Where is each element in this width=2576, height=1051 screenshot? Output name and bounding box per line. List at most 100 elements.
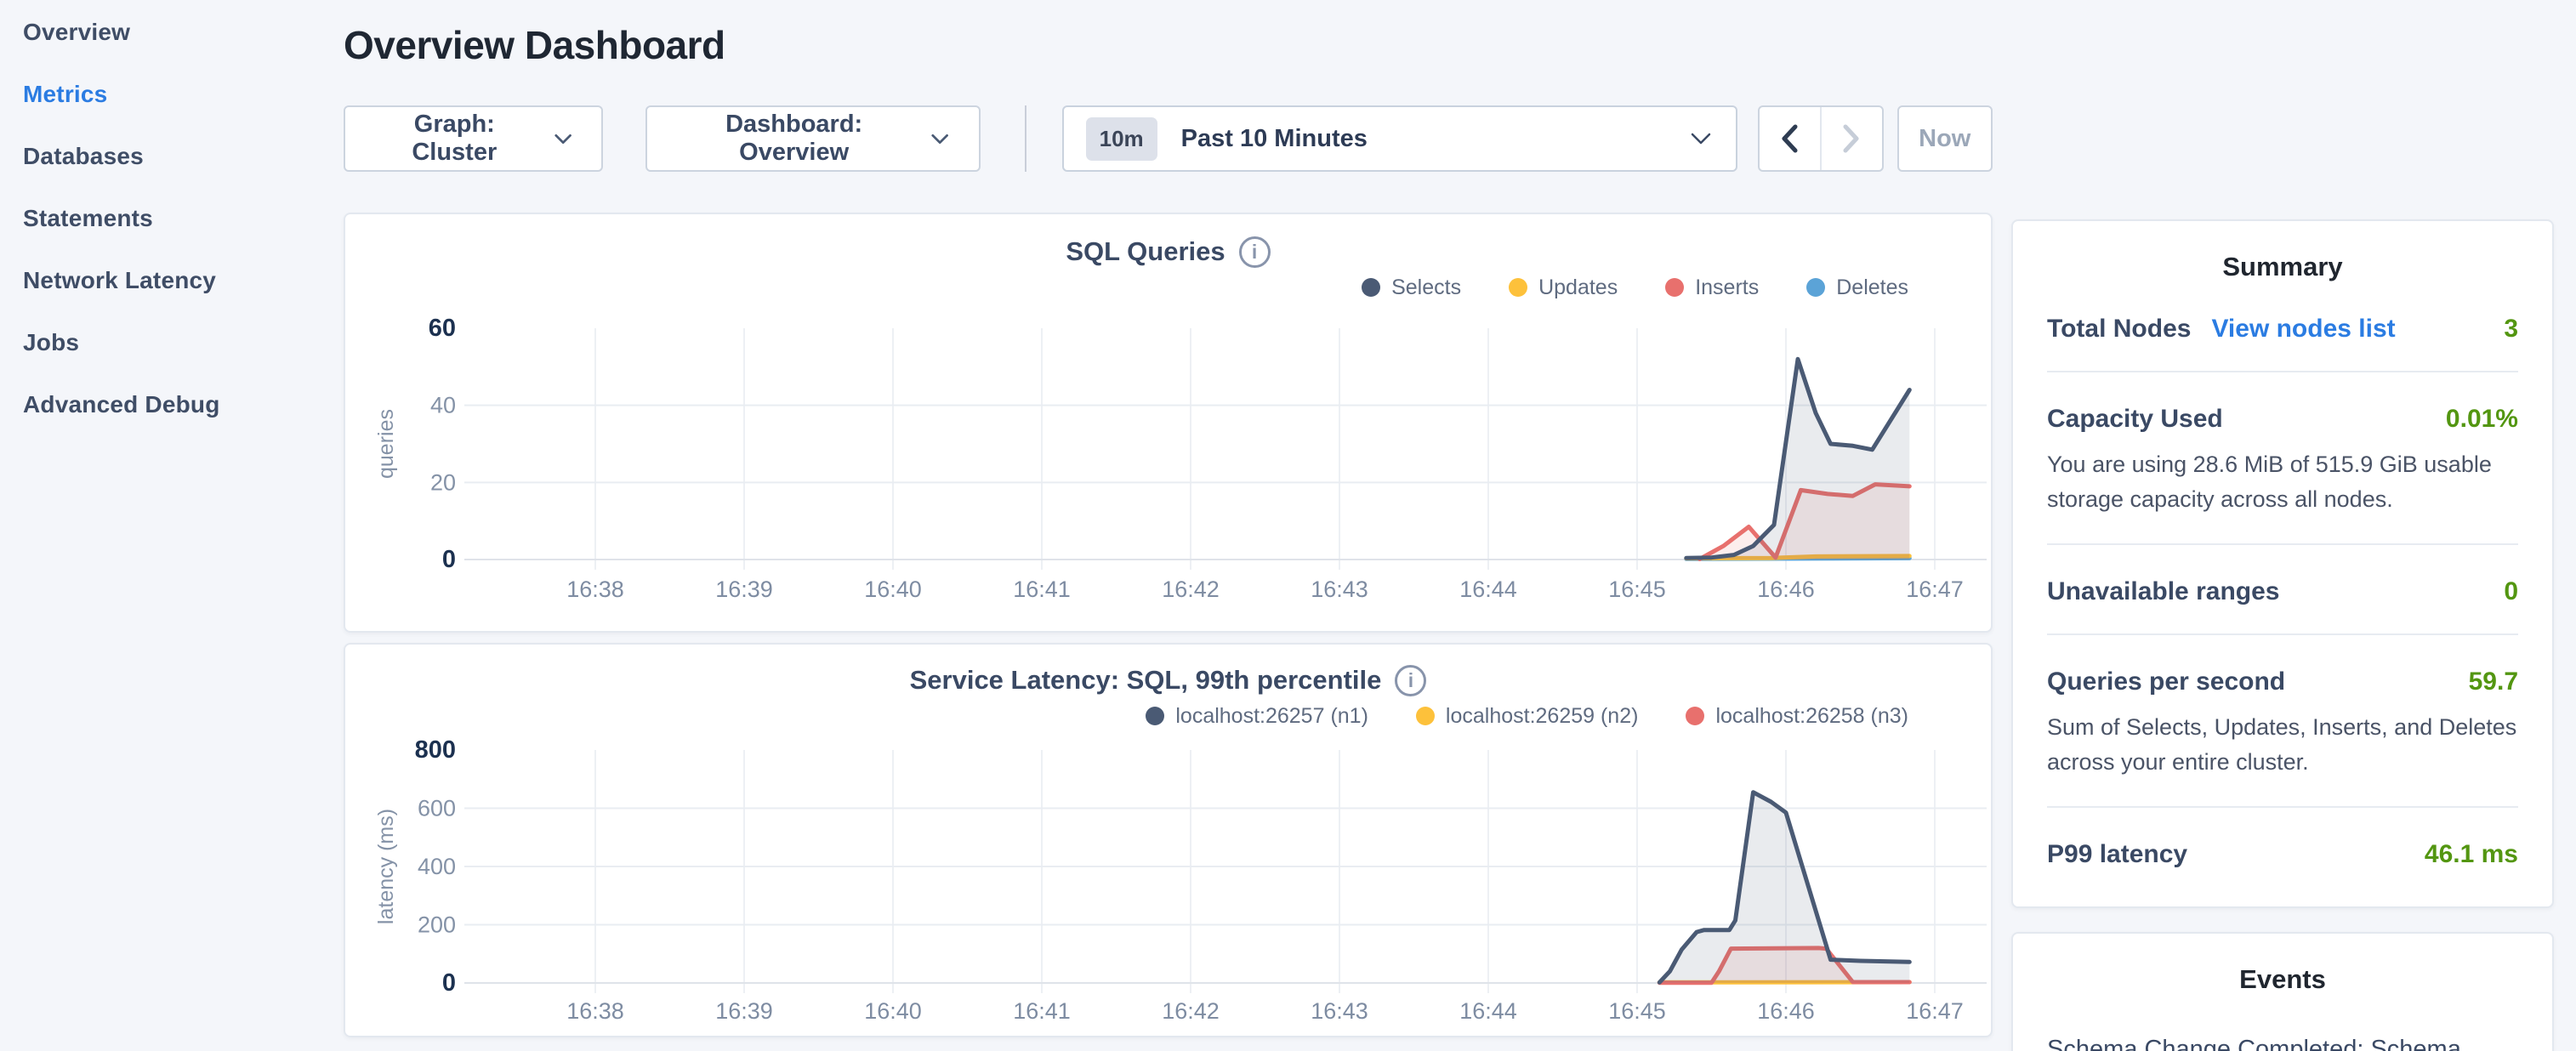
- time-forward-button[interactable]: [1820, 107, 1881, 170]
- svg-text:16:40: 16:40: [864, 577, 922, 602]
- total-nodes-value: 3: [2504, 315, 2518, 344]
- svg-text:16:43: 16:43: [1311, 998, 1368, 1024]
- p99-latency-value: 46.1 ms: [2425, 840, 2518, 869]
- sidebar-item-metrics[interactable]: Metrics: [23, 81, 329, 108]
- info-icon[interactable]: i: [1239, 236, 1271, 268]
- chevron-down-icon: [1688, 131, 1714, 146]
- capacity-used-value: 0.01%: [2446, 405, 2518, 434]
- svg-text:600: 600: [418, 796, 456, 821]
- summary-row-p99-latency: P99 latency 46.1 ms: [2047, 840, 2518, 869]
- time-range-badge: 10m: [1086, 117, 1157, 161]
- chart-title: Service Latency: SQL, 99th percentile: [910, 665, 1382, 696]
- legend-item-inserts[interactable]: Inserts: [1665, 276, 1759, 300]
- svg-text:16:42: 16:42: [1162, 998, 1220, 1024]
- time-range-selector[interactable]: 10m Past 10 Minutes: [1062, 105, 1737, 172]
- svg-text:16:39: 16:39: [715, 577, 773, 602]
- svg-text:20: 20: [430, 469, 456, 495]
- now-button[interactable]: Now: [1897, 105, 1993, 172]
- summary-row-unavailable-ranges: Unavailable ranges 0: [2047, 577, 2518, 606]
- unavailable-ranges-value: 0: [2504, 577, 2518, 606]
- dashboard-controls: Graph: Cluster Dashboard: Overview 10m P…: [344, 105, 1993, 172]
- divider: [2047, 633, 2518, 635]
- divider: [2047, 371, 2518, 372]
- svg-text:16:47: 16:47: [1906, 998, 1964, 1024]
- time-back-button[interactable]: [1760, 107, 1821, 170]
- legend-item-deletes[interactable]: Deletes: [1806, 276, 1908, 300]
- time-pager: [1758, 105, 1884, 172]
- service-latency-chart: 16:38 16:39 16:40 16:41 16:42 16:43 16:44 16:45…: [345, 733, 1991, 1032]
- svg-text:16:47: 16:47: [1906, 577, 1964, 602]
- svg-text:16:42: 16:42: [1162, 577, 1220, 602]
- main-content: Overview Dashboard Graph: Cluster Dashbo…: [344, 0, 1993, 1037]
- view-nodes-list-link[interactable]: View nodes list: [2211, 315, 2395, 344]
- dashboard-dropdown[interactable]: Dashboard: Overview: [645, 105, 981, 172]
- svg-text:queries: queries: [374, 409, 398, 479]
- summary-row-capacity-used: Capacity Used 0.01%: [2047, 405, 2518, 434]
- legend-item-updates[interactable]: Updates: [1509, 276, 1618, 300]
- svg-text:0: 0: [442, 546, 456, 573]
- summary-card: Summary Total Nodes View nodes list 3 Ca…: [2011, 219, 2554, 908]
- svg-text:16:40: 16:40: [864, 998, 922, 1024]
- svg-text:200: 200: [418, 912, 456, 938]
- divider: [2047, 543, 2518, 545]
- sidebar: Overview Metrics Databases Statements Ne…: [23, 19, 329, 453]
- svg-text:16:45: 16:45: [1608, 998, 1666, 1024]
- svg-text:0: 0: [442, 969, 456, 997]
- event-message: Schema Change Completed: Schema change w…: [2047, 1031, 2518, 1051]
- events-card: Events Schema Change Completed: Schema c…: [2011, 932, 2554, 1051]
- sidebar-item-overview[interactable]: Overview: [23, 19, 329, 46]
- svg-text:16:43: 16:43: [1311, 577, 1368, 602]
- chart-title: SQL Queries: [1066, 236, 1225, 267]
- legend-dot: [1806, 278, 1825, 297]
- sidebar-item-jobs[interactable]: Jobs: [23, 329, 329, 356]
- queries-per-second-description: Sum of Selects, Updates, Inserts, and De…: [2047, 710, 2518, 779]
- svg-text:16:39: 16:39: [715, 998, 773, 1024]
- graph-scope-dropdown[interactable]: Graph: Cluster: [344, 105, 603, 172]
- controls-divider: [1025, 105, 1026, 172]
- divider: [2047, 806, 2518, 808]
- summary-row-queries-per-second: Queries per second 59.7: [2047, 668, 2518, 696]
- svg-text:60: 60: [429, 315, 456, 342]
- svg-text:16:38: 16:38: [566, 577, 624, 602]
- chevron-left-icon: [1780, 124, 1799, 153]
- legend-item-n1[interactable]: localhost:26257 (n1): [1146, 704, 1368, 729]
- legend-dot: [1509, 278, 1527, 297]
- sidebar-item-network-latency[interactable]: Network Latency: [23, 267, 329, 294]
- sidebar-item-databases[interactable]: Databases: [23, 143, 329, 170]
- svg-text:16:46: 16:46: [1757, 577, 1815, 602]
- svg-text:latency (ms): latency (ms): [374, 809, 398, 924]
- svg-text:16:41: 16:41: [1013, 577, 1071, 602]
- legend-item-selects[interactable]: Selects: [1362, 276, 1461, 300]
- right-panel: Summary Total Nodes View nodes list 3 Ca…: [2011, 219, 2554, 1051]
- legend-dot: [1665, 278, 1684, 297]
- svg-text:16:38: 16:38: [566, 998, 624, 1024]
- svg-text:16:44: 16:44: [1459, 577, 1517, 602]
- dashboard-dropdown-label: Dashboard: Overview: [676, 111, 913, 167]
- chevron-down-icon: [554, 133, 572, 145]
- info-icon[interactable]: i: [1395, 665, 1426, 696]
- sql-queries-chart: 16:38 16:39 16:40 16:41 16:42 16:43 16:44 16:45…: [345, 304, 1991, 628]
- chart-legend: localhost:26257 (n1) localhost:26259 (n2…: [345, 699, 1991, 733]
- svg-text:16:41: 16:41: [1013, 998, 1071, 1024]
- sidebar-item-advanced-debug[interactable]: Advanced Debug: [23, 391, 329, 418]
- legend-dot: [1362, 278, 1380, 297]
- queries-per-second-value: 59.7: [2469, 668, 2518, 696]
- legend-dot: [1146, 707, 1164, 725]
- chart-legend: Selects Updates Inserts Deletes: [345, 270, 1991, 304]
- summary-title: Summary: [2047, 252, 2518, 282]
- page-title: Overview Dashboard: [344, 22, 1993, 68]
- legend-dot: [1686, 707, 1704, 725]
- svg-text:16:44: 16:44: [1459, 998, 1517, 1024]
- svg-text:16:45: 16:45: [1608, 577, 1666, 602]
- sql-queries-chart-card: SQL Queries i Selects Updates Inserts De…: [344, 213, 1993, 633]
- svg-text:40: 40: [430, 393, 456, 418]
- legend-dot: [1416, 707, 1435, 725]
- svg-text:800: 800: [415, 736, 456, 764]
- svg-text:400: 400: [418, 854, 456, 879]
- legend-item-n3[interactable]: localhost:26258 (n3): [1686, 704, 1908, 729]
- chevron-right-icon: [1842, 124, 1861, 153]
- time-range-label: Past 10 Minutes: [1181, 125, 1368, 153]
- graph-scope-label: Graph: Cluster: [374, 111, 535, 167]
- sidebar-item-statements[interactable]: Statements: [23, 205, 329, 232]
- legend-item-n2[interactable]: localhost:26259 (n2): [1416, 704, 1639, 729]
